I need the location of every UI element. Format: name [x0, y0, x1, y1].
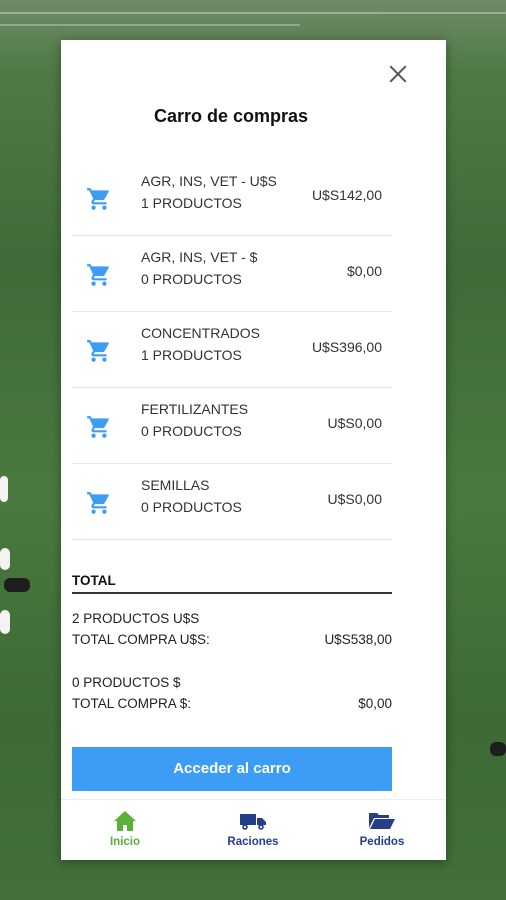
background-cow: [4, 578, 30, 592]
category-amount: $0,00: [346, 263, 382, 279]
cart-category-row[interactable]: CONCENTRADOS 1 PRODUCTOS U$S396,00: [72, 312, 392, 388]
category-product-count: 0 PRODUCTOS: [141, 423, 242, 439]
modal-title: Carro de compras: [153, 106, 309, 126]
shopping-cart-modal: Carro de compras AGR, INS, VET - U$S 1 P…: [61, 40, 446, 860]
nav-label-raciones: Raciones: [227, 836, 279, 848]
background-cow: [0, 548, 10, 570]
usd-total-label: TOTAL COMPRA U$S:: [72, 632, 210, 647]
go-to-cart-button[interactable]: Acceder al carro: [72, 747, 392, 791]
cart-category-row[interactable]: AGR, INS, VET - $ 0 PRODUCTOS $0,00: [72, 236, 392, 312]
shopping-cart-icon: [87, 416, 109, 438]
home-icon: [114, 811, 136, 831]
category-name: FERTILIZANTES: [141, 401, 249, 417]
category-product-count: 1 PRODUCTOS: [141, 195, 242, 211]
background-cow: [490, 742, 506, 756]
close-icon[interactable]: [386, 62, 410, 86]
nav-label-inicio: Inicio: [109, 836, 141, 848]
category-amount: U$S142,00: [311, 187, 382, 203]
category-amount: U$S0,00: [327, 491, 382, 507]
category-amount: U$S0,00: [327, 415, 382, 431]
folder-open-icon: [369, 813, 395, 829]
nav-item-inicio[interactable]: Inicio: [75, 810, 175, 848]
usd-total-value: U$S538,00: [324, 632, 392, 647]
peso-total-value: $0,00: [358, 696, 392, 711]
nav-item-raciones[interactable]: Raciones: [203, 810, 303, 848]
background-cow: [0, 610, 10, 634]
bottom-navigation: Inicio Raciones Pedidos: [61, 799, 446, 860]
usd-total-line: TOTAL COMPRA U$S: U$S538,00: [72, 632, 392, 647]
category-product-count: 0 PRODUCTOS: [141, 271, 242, 287]
cart-category-list: AGR, INS, VET - U$S 1 PRODUCTOS U$S142,0…: [72, 160, 392, 540]
category-name: AGR, INS, VET - $: [141, 249, 258, 265]
nav-item-pedidos[interactable]: Pedidos: [332, 810, 432, 848]
peso-products-label: 0 PRODUCTOS $: [72, 675, 181, 690]
category-name: AGR, INS, VET - U$S: [141, 173, 277, 189]
category-name: CONCENTRADOS: [141, 325, 261, 341]
shopping-cart-icon: [87, 340, 109, 362]
category-name: SEMILLAS: [141, 477, 210, 493]
usd-products-count: 2 PRODUCTOS U$S: [72, 611, 392, 626]
peso-total-label: TOTAL COMPRA $:: [72, 696, 192, 711]
shopping-cart-icon: [87, 188, 109, 210]
cart-category-row[interactable]: AGR, INS, VET - U$S 1 PRODUCTOS U$S142,0…: [72, 160, 392, 236]
peso-total-line: TOTAL COMPRA $: $0,00: [72, 696, 392, 711]
background-fence: [0, 12, 506, 34]
cart-category-row[interactable]: SEMILLAS 0 PRODUCTOS U$S0,00: [72, 464, 392, 540]
shopping-cart-icon: [87, 492, 109, 514]
category-product-count: 1 PRODUCTOS: [141, 347, 242, 363]
category-product-count: 0 PRODUCTOS: [141, 499, 242, 515]
peso-products-count: 0 PRODUCTOS $: [72, 675, 392, 690]
category-amount: U$S396,00: [311, 339, 382, 355]
total-header: TOTAL: [72, 573, 392, 594]
shopping-cart-icon: [87, 264, 109, 286]
usd-products-label: 2 PRODUCTOS U$S: [72, 611, 200, 626]
cart-category-row[interactable]: FERTILIZANTES 0 PRODUCTOS U$S0,00: [72, 388, 392, 464]
background-cow: [0, 476, 8, 502]
nav-label-pedidos: Pedidos: [359, 836, 405, 848]
truck-icon: [240, 814, 266, 830]
